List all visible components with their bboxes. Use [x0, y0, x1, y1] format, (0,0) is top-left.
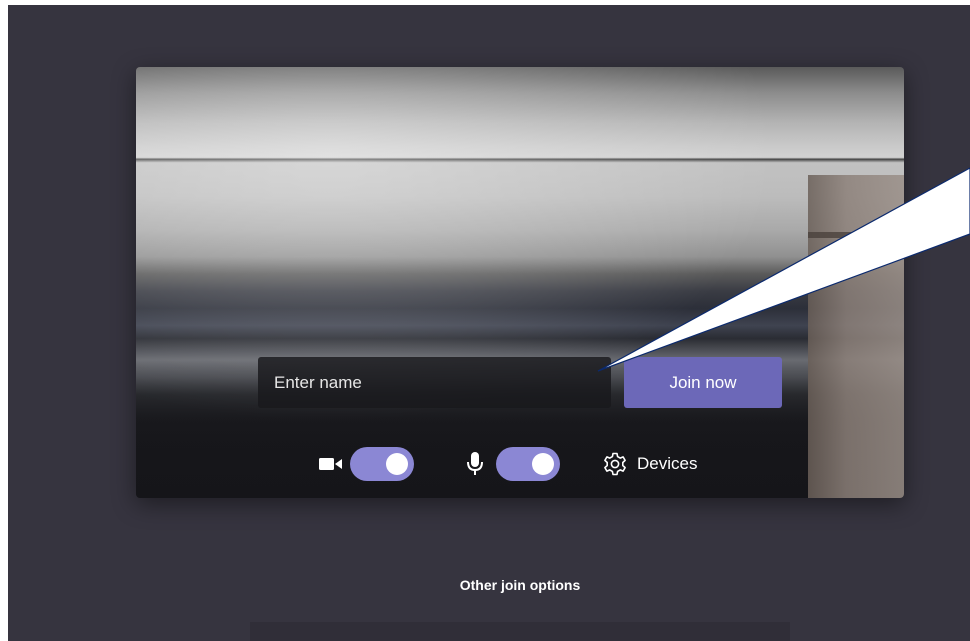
video-preview	[136, 67, 904, 498]
background-shelf-edge	[808, 232, 904, 238]
join-now-button[interactable]: Join now	[624, 357, 782, 408]
camera-toggle[interactable]	[350, 447, 414, 481]
microphone-toggle[interactable]	[496, 447, 560, 481]
devices-button[interactable]: Devices	[602, 451, 697, 477]
devices-label: Devices	[637, 454, 698, 473]
microphone-toggle-knob	[532, 453, 554, 475]
microphone-icon	[466, 451, 484, 477]
device-controls: Devices	[318, 446, 697, 482]
gear-icon	[602, 451, 628, 477]
join-option-item[interactable]	[250, 622, 790, 641]
other-join-options-heading: Other join options	[459, 577, 581, 593]
name-input[interactable]	[258, 357, 611, 408]
camera-icon	[318, 456, 344, 472]
camera-toggle-knob	[386, 453, 408, 475]
background-shelf	[808, 175, 904, 498]
